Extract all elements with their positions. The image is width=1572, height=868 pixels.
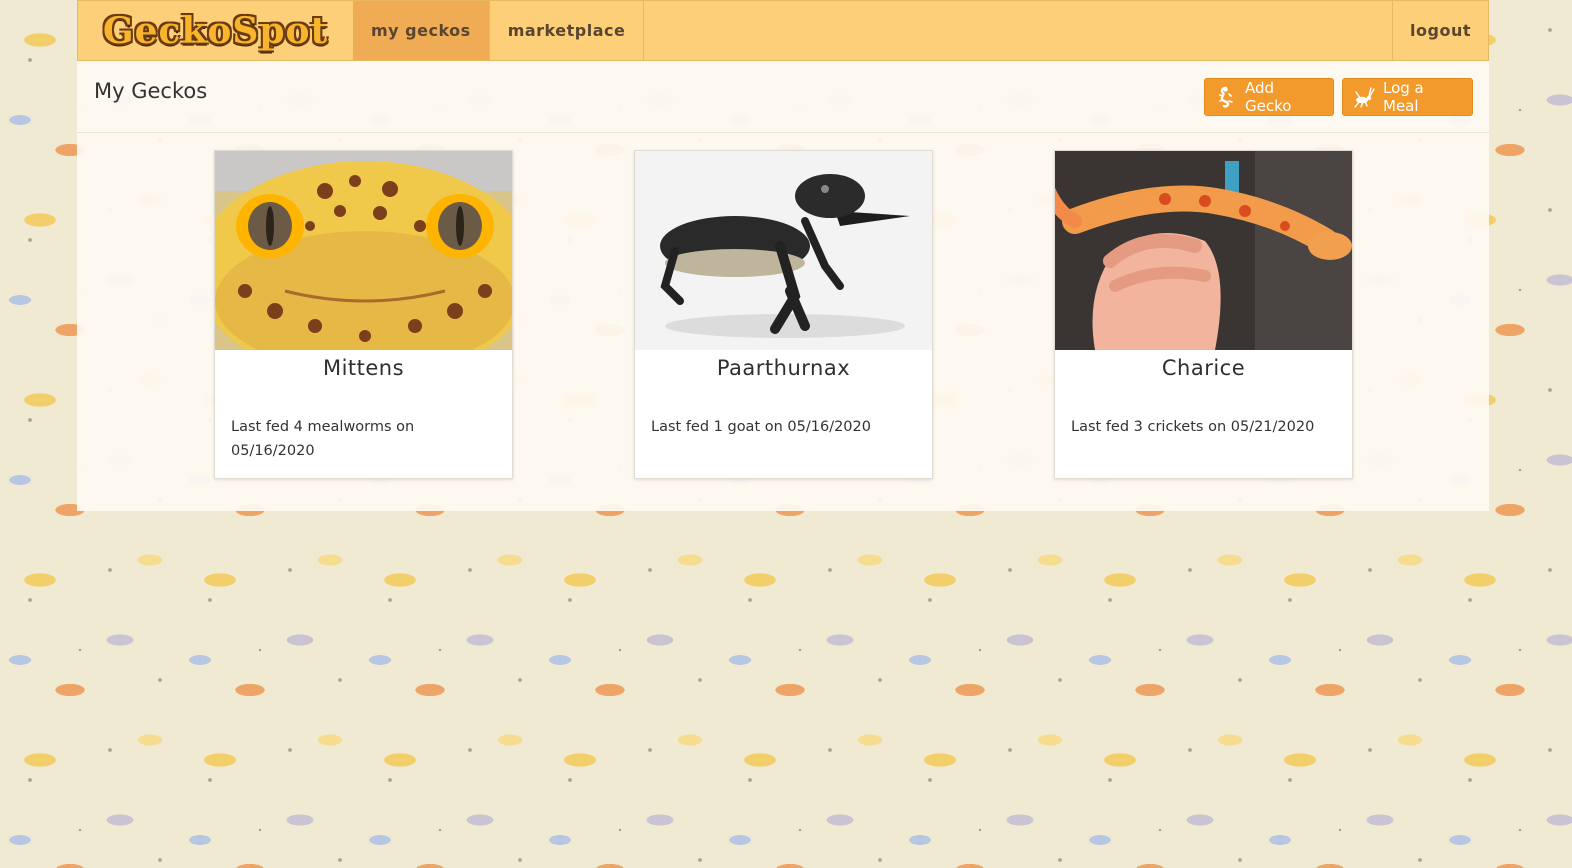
add-gecko-label: Add Gecko xyxy=(1245,79,1292,115)
panel-header: My Geckos Add Gecko Log a Meal xyxy=(77,61,1489,133)
brand-logo[interactable]: GeckoSpot xyxy=(78,1,353,60)
logout-link[interactable]: logout xyxy=(1392,1,1488,60)
nav-link-marketplace[interactable]: marketplace xyxy=(490,1,645,60)
page-title: My Geckos xyxy=(94,79,208,103)
gecko-photo xyxy=(635,151,932,350)
cricket-icon xyxy=(1353,86,1375,108)
gecko-last-fed: Last fed 3 crickets on 05/21/2020 xyxy=(1071,419,1315,435)
gecko-card[interactable]: Paarthurnax Last fed 1 goat on 05/16/202… xyxy=(634,150,933,479)
gecko-card[interactable]: Mittens Last fed 4 mealworms on 05/16/20… xyxy=(214,150,513,479)
log-meal-button[interactable]: Log a Meal xyxy=(1342,78,1473,116)
gecko-last-fed: Last fed 1 goat on 05/16/2020 xyxy=(651,419,871,435)
gecko-icon xyxy=(1215,86,1237,108)
gecko-name: Charice xyxy=(1161,356,1246,380)
log-meal-label: Log a Meal xyxy=(1383,79,1424,115)
gecko-last-fed: Last fed 4 mealworms on 05/16/2020 xyxy=(231,419,415,459)
add-gecko-button[interactable]: Add Gecko xyxy=(1204,78,1334,116)
gecko-card[interactable]: Charice Last fed 3 crickets on 05/21/202… xyxy=(1054,150,1353,479)
gecko-name: Mittens xyxy=(322,356,405,380)
nav-link-my-geckos[interactable]: my geckos xyxy=(353,1,490,60)
top-navbar: GeckoSpot my geckos marketplace logout xyxy=(77,0,1489,61)
gecko-name: Paarthurnax xyxy=(716,356,851,380)
gecko-photo xyxy=(1055,151,1352,350)
main-panel: My Geckos Add Gecko Log a Meal Mittens L… xyxy=(77,61,1489,511)
gecko-photo xyxy=(215,151,512,350)
